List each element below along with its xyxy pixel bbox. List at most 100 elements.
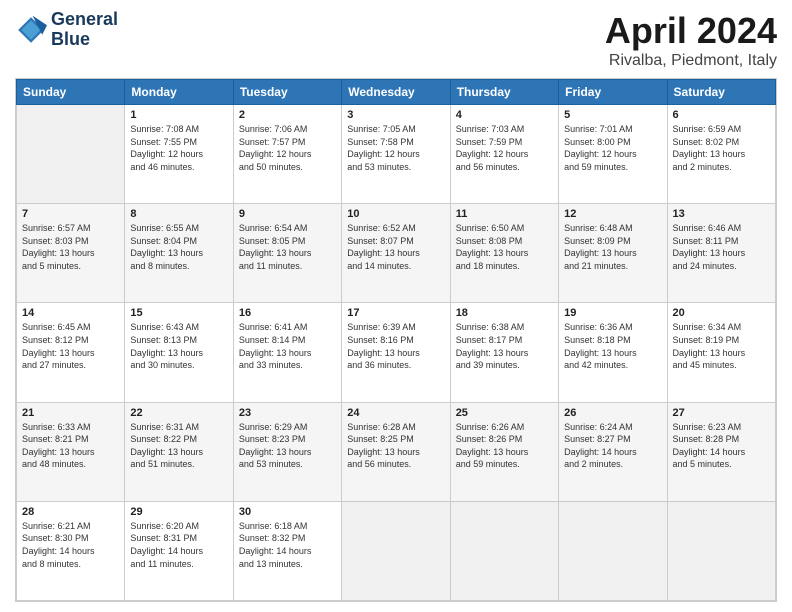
week-row-4: 21Sunrise: 6:33 AM Sunset: 8:21 PM Dayli… — [17, 402, 776, 501]
title-block: April 2024 Rivalba, Piedmont, Italy — [605, 10, 777, 70]
day-info: Sunrise: 6:28 AM Sunset: 8:25 PM Dayligh… — [347, 421, 444, 471]
day-info: Sunrise: 6:18 AM Sunset: 8:32 PM Dayligh… — [239, 520, 336, 570]
day-number: 24 — [347, 407, 444, 419]
day-cell: 9 Sunrise: 6:54 AM Sunset: 8:05 PM Daylig… — [233, 204, 341, 303]
day-number: 19 — [564, 307, 661, 319]
page: General Blue April 2024 Rivalba, Piedmon… — [0, 0, 792, 612]
day-info: Sunrise: 7:05 AM Sunset: 7:58 PM Dayligh… — [347, 123, 444, 173]
day-cell: 22Sunrise: 6:31 AM Sunset: 8:22 PM Dayli… — [125, 402, 233, 501]
day-number: 28 — [22, 506, 119, 518]
calendar-header: SundayMondayTuesdayWednesdayThursdayFrid… — [17, 80, 776, 105]
day-cell: 16Sunrise: 6:41 AM Sunset: 8:14 PM Dayli… — [233, 303, 341, 402]
day-cell: 12 Sunrise: 6:48 AM Sunset: 8:09 PM Dayli… — [559, 204, 667, 303]
day-info: Sunrise: 6:39 AM Sunset: 8:16 PM Dayligh… — [347, 321, 444, 371]
day-info: Sunrise: 6:26 AM Sunset: 8:26 PM Dayligh… — [456, 421, 553, 471]
day-cell: 19 Sunrise: 6:36 AM Sunset: 8:18 PM Dayli… — [559, 303, 667, 402]
day-number: 26 — [564, 407, 661, 419]
logo-line2: Blue — [51, 30, 118, 50]
day-number: 2 — [239, 109, 336, 121]
day-number: 9 — [239, 208, 336, 220]
day-number: 1 — [130, 109, 227, 121]
day-cell — [342, 501, 450, 600]
day-cell: 15Sunrise: 6:43 AM Sunset: 8:13 PM Dayli… — [125, 303, 233, 402]
day-info: Sunrise: 6:54 AM Sunset: 8:05 PM Dayligh… — [239, 222, 336, 272]
column-header-thursday: Thursday — [450, 80, 558, 105]
subtitle: Rivalba, Piedmont, Italy — [605, 52, 777, 70]
day-number: 22 — [130, 407, 227, 419]
day-number: 13 — [673, 208, 770, 220]
column-header-wednesday: Wednesday — [342, 80, 450, 105]
day-cell: 13Sunrise: 6:46 AM Sunset: 8:11 PM Dayli… — [667, 204, 775, 303]
day-cell: 24 Sunrise: 6:28 AM Sunset: 8:25 PM Dayli… — [342, 402, 450, 501]
calendar-body: 1Sunrise: 7:08 AM Sunset: 7:55 PM Daylig… — [17, 105, 776, 601]
header: General Blue April 2024 Rivalba, Piedmon… — [15, 10, 777, 70]
day-number: 23 — [239, 407, 336, 419]
day-info: Sunrise: 6:50 AM Sunset: 8:08 PM Dayligh… — [456, 222, 553, 272]
day-cell: 23 Sunrise: 6:29 AM Sunset: 8:23 PM Dayli… — [233, 402, 341, 501]
day-info: Sunrise: 6:52 AM Sunset: 8:07 PM Dayligh… — [347, 222, 444, 272]
column-header-monday: Monday — [125, 80, 233, 105]
day-cell: 14 Sunrise: 6:45 AM Sunset: 8:12 PM Dayli… — [17, 303, 125, 402]
day-info: Sunrise: 7:01 AM Sunset: 8:00 PM Dayligh… — [564, 123, 661, 173]
main-title: April 2024 — [605, 10, 777, 52]
day-info: Sunrise: 6:38 AM Sunset: 8:17 PM Dayligh… — [456, 321, 553, 371]
day-cell — [559, 501, 667, 600]
day-number: 6 — [673, 109, 770, 121]
day-info: Sunrise: 7:03 AM Sunset: 7:59 PM Dayligh… — [456, 123, 553, 173]
week-row-1: 1Sunrise: 7:08 AM Sunset: 7:55 PM Daylig… — [17, 105, 776, 204]
day-number: 7 — [22, 208, 119, 220]
column-header-tuesday: Tuesday — [233, 80, 341, 105]
column-header-saturday: Saturday — [667, 80, 775, 105]
day-info: Sunrise: 6:48 AM Sunset: 8:09 PM Dayligh… — [564, 222, 661, 272]
day-number: 5 — [564, 109, 661, 121]
day-cell: 5 Sunrise: 7:01 AM Sunset: 8:00 PM Daylig… — [559, 105, 667, 204]
day-number: 18 — [456, 307, 553, 319]
day-info: Sunrise: 6:43 AM Sunset: 8:13 PM Dayligh… — [130, 321, 227, 371]
day-info: Sunrise: 6:23 AM Sunset: 8:28 PM Dayligh… — [673, 421, 770, 471]
day-cell: 26Sunrise: 6:24 AM Sunset: 8:27 PM Dayli… — [559, 402, 667, 501]
day-cell — [667, 501, 775, 600]
day-cell: 2Sunrise: 7:06 AM Sunset: 7:57 PM Daylig… — [233, 105, 341, 204]
day-cell — [450, 501, 558, 600]
day-number: 17 — [347, 307, 444, 319]
day-cell: 8 Sunrise: 6:55 AM Sunset: 8:04 PM Daylig… — [125, 204, 233, 303]
day-cell: 17 Sunrise: 6:39 AM Sunset: 8:16 PM Dayli… — [342, 303, 450, 402]
day-number: 10 — [347, 208, 444, 220]
day-number: 4 — [456, 109, 553, 121]
day-info: Sunrise: 6:20 AM Sunset: 8:31 PM Dayligh… — [130, 520, 227, 570]
day-number: 8 — [130, 208, 227, 220]
day-cell: 10 Sunrise: 6:52 AM Sunset: 8:07 PM Dayli… — [342, 204, 450, 303]
day-cell: 7Sunrise: 6:57 AM Sunset: 8:03 PM Daylig… — [17, 204, 125, 303]
day-info: Sunrise: 6:59 AM Sunset: 8:02 PM Dayligh… — [673, 123, 770, 173]
day-cell: 3 Sunrise: 7:05 AM Sunset: 7:58 PM Daylig… — [342, 105, 450, 204]
day-cell: 21Sunrise: 6:33 AM Sunset: 8:21 PM Dayli… — [17, 402, 125, 501]
day-info: Sunrise: 6:55 AM Sunset: 8:04 PM Dayligh… — [130, 222, 227, 272]
day-info: Sunrise: 6:29 AM Sunset: 8:23 PM Dayligh… — [239, 421, 336, 471]
column-header-friday: Friday — [559, 80, 667, 105]
day-number: 12 — [564, 208, 661, 220]
day-cell: 18 Sunrise: 6:38 AM Sunset: 8:17 PM Dayli… — [450, 303, 558, 402]
day-cell: 25 Sunrise: 6:26 AM Sunset: 8:26 PM Dayli… — [450, 402, 558, 501]
day-info: Sunrise: 6:45 AM Sunset: 8:12 PM Dayligh… — [22, 321, 119, 371]
day-number: 25 — [456, 407, 553, 419]
logo: General Blue — [15, 10, 118, 50]
day-info: Sunrise: 6:41 AM Sunset: 8:14 PM Dayligh… — [239, 321, 336, 371]
day-cell: 6 Sunrise: 6:59 AM Sunset: 8:02 PM Daylig… — [667, 105, 775, 204]
day-number: 3 — [347, 109, 444, 121]
day-number: 27 — [673, 407, 770, 419]
calendar-table: SundayMondayTuesdayWednesdayThursdayFrid… — [16, 79, 776, 601]
day-info: Sunrise: 6:34 AM Sunset: 8:19 PM Dayligh… — [673, 321, 770, 371]
day-cell: 1Sunrise: 7:08 AM Sunset: 7:55 PM Daylig… — [125, 105, 233, 204]
column-header-sunday: Sunday — [17, 80, 125, 105]
day-cell: 29Sunrise: 6:20 AM Sunset: 8:31 PM Dayli… — [125, 501, 233, 600]
day-number: 14 — [22, 307, 119, 319]
day-cell: 11Sunrise: 6:50 AM Sunset: 8:08 PM Dayli… — [450, 204, 558, 303]
day-info: Sunrise: 6:36 AM Sunset: 8:18 PM Dayligh… — [564, 321, 661, 371]
week-row-5: 28Sunrise: 6:21 AM Sunset: 8:30 PM Dayli… — [17, 501, 776, 600]
logo-text: General Blue — [51, 10, 118, 50]
day-cell: 20Sunrise: 6:34 AM Sunset: 8:19 PM Dayli… — [667, 303, 775, 402]
day-number: 21 — [22, 407, 119, 419]
day-cell: 4 Sunrise: 7:03 AM Sunset: 7:59 PM Daylig… — [450, 105, 558, 204]
day-cell — [17, 105, 125, 204]
calendar: SundayMondayTuesdayWednesdayThursdayFrid… — [15, 78, 777, 602]
